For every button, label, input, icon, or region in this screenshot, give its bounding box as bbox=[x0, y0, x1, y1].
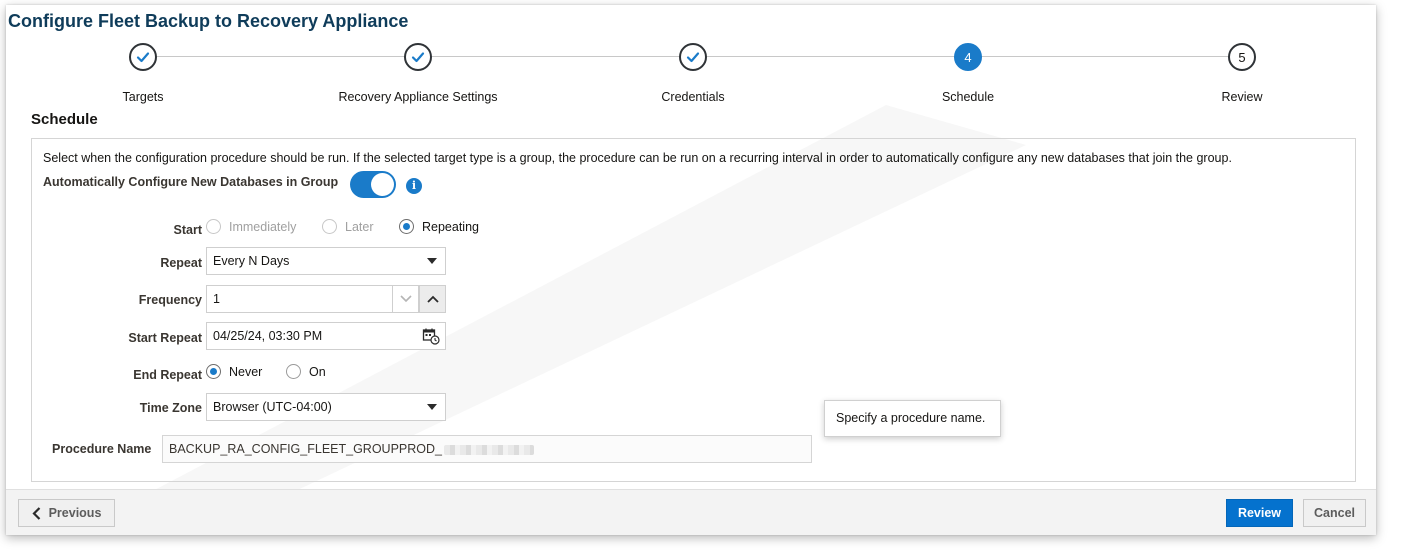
train-stop-label: Schedule bbox=[941, 90, 995, 104]
wizard-train: Targets Recovery Appliance Settings Cred… bbox=[6, 41, 1376, 107]
redacted-text bbox=[444, 444, 534, 455]
train-stop-label: Credentials bbox=[661, 90, 725, 104]
chevron-left-icon bbox=[32, 506, 40, 520]
section-title: Schedule bbox=[31, 111, 98, 128]
schedule-panel: Select when the configuration procedure … bbox=[31, 138, 1356, 482]
previous-button[interactable]: Previous bbox=[18, 499, 115, 527]
frequency-label: Frequency bbox=[138, 293, 202, 307]
check-icon bbox=[404, 43, 432, 71]
check-icon bbox=[129, 43, 157, 71]
tooltip-text: Specify a procedure name. bbox=[836, 411, 986, 425]
repeat-label: Repeat bbox=[160, 256, 202, 270]
auto-configure-toggle[interactable] bbox=[350, 171, 396, 198]
configure-fleet-backup-dialog: Configure Fleet Backup to Recovery Appli… bbox=[6, 5, 1376, 535]
start-later-radio[interactable]: Later bbox=[322, 219, 374, 234]
radio-circle bbox=[286, 364, 301, 379]
radio-label: Repeating bbox=[422, 219, 479, 234]
procedure-name-tooltip: Specify a procedure name. bbox=[824, 400, 1001, 437]
train-stop-label: Targets bbox=[122, 90, 164, 104]
calendar-clock-icon[interactable] bbox=[422, 327, 440, 345]
radio-circle bbox=[206, 219, 221, 234]
train-stop-targets[interactable]: Targets bbox=[53, 41, 233, 104]
previous-button-label: Previous bbox=[48, 506, 102, 520]
start-repeat-label: Start Repeat bbox=[128, 331, 202, 345]
frequency-stepper[interactable]: 1 bbox=[206, 285, 446, 313]
dialog-title: Configure Fleet Backup to Recovery Appli… bbox=[8, 11, 409, 31]
chevron-down-icon bbox=[427, 258, 437, 264]
chevron-down-icon bbox=[399, 295, 412, 303]
start-repeat-datetime-input[interactable]: 04/25/24, 03:30 PM bbox=[206, 322, 446, 350]
end-repeat-never-radio[interactable]: Never bbox=[206, 364, 262, 379]
train-stop-recovery-appliance-settings[interactable]: Recovery Appliance Settings bbox=[328, 41, 508, 104]
radio-label: Later bbox=[345, 219, 374, 234]
procedure-name-input[interactable]: BACKUP_RA_CONFIG_FLEET_GROUPPROD_ bbox=[162, 435, 812, 463]
step-number-badge: 5 bbox=[1228, 43, 1256, 71]
time-zone-value: Browser (UTC-04:00) bbox=[213, 400, 332, 414]
radio-label: Immediately bbox=[229, 219, 297, 234]
end-repeat-label: End Repeat bbox=[133, 368, 202, 382]
radio-label: Never bbox=[229, 364, 263, 379]
chevron-up-icon bbox=[426, 295, 439, 303]
start-repeating-radio[interactable]: Repeating bbox=[399, 219, 479, 234]
radio-circle bbox=[322, 219, 337, 234]
train-stop-review[interactable]: 5 Review bbox=[1152, 41, 1332, 104]
train-stop-credentials[interactable]: Credentials bbox=[603, 41, 783, 104]
info-icon[interactable]: i bbox=[406, 178, 422, 194]
train-stop-label: Recovery Appliance Settings bbox=[338, 90, 498, 104]
review-button[interactable]: Review bbox=[1226, 499, 1293, 527]
train-stop-label: Review bbox=[1221, 90, 1263, 104]
start-label: Start bbox=[173, 223, 202, 237]
time-zone-label: Time Zone bbox=[139, 401, 202, 415]
start-repeat-value: 04/25/24, 03:30 PM bbox=[213, 329, 323, 343]
start-immediately-radio[interactable]: Immediately bbox=[206, 219, 296, 234]
train-stop-schedule[interactable]: 4 Schedule bbox=[878, 41, 1058, 104]
dialog-footer: Previous Review Cancel bbox=[6, 489, 1376, 535]
step-number-badge: 4 bbox=[954, 43, 982, 71]
cancel-button[interactable]: Cancel bbox=[1303, 499, 1366, 527]
check-icon bbox=[679, 43, 707, 71]
end-repeat-on-radio[interactable]: On bbox=[286, 364, 326, 379]
procedure-name-label: Procedure Name bbox=[52, 442, 152, 456]
repeat-value: Every N Days bbox=[213, 254, 290, 268]
chevron-down-icon bbox=[427, 404, 437, 410]
radio-label: On bbox=[309, 364, 326, 379]
toggle-knob bbox=[371, 173, 394, 196]
repeat-select[interactable]: Every N Days bbox=[206, 247, 446, 275]
radio-circle bbox=[399, 219, 414, 234]
auto-configure-label: Automatically Configure New Databases in… bbox=[43, 175, 339, 189]
schedule-description: Select when the configuration procedure … bbox=[43, 151, 1232, 165]
radio-circle bbox=[206, 364, 221, 379]
time-zone-select[interactable]: Browser (UTC-04:00) bbox=[206, 393, 446, 421]
procedure-name-value: BACKUP_RA_CONFIG_FLEET_GROUPPROD_ bbox=[169, 442, 442, 456]
decrement-button[interactable] bbox=[392, 285, 419, 313]
increment-button[interactable] bbox=[419, 285, 446, 313]
frequency-value: 1 bbox=[213, 292, 220, 306]
